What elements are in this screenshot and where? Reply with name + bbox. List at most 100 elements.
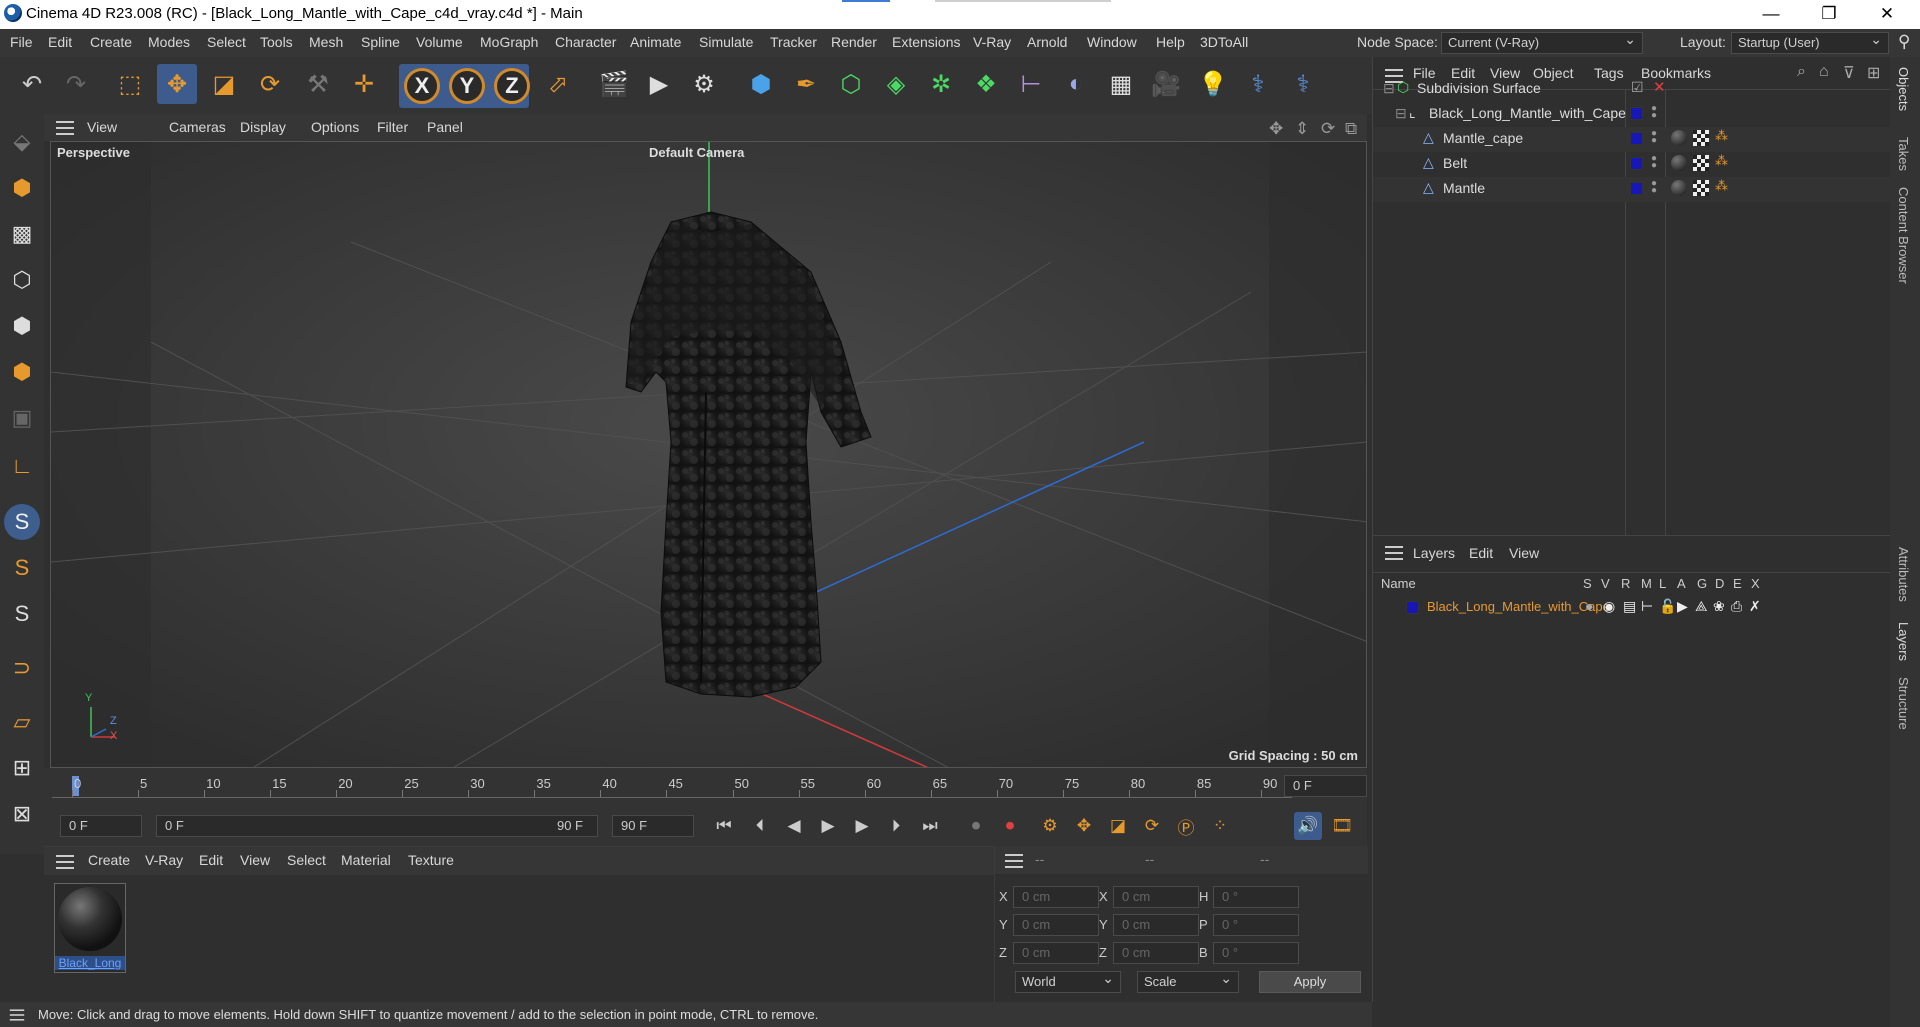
previous-frame-icon[interactable]: ◀ [780, 812, 808, 840]
floor-icon[interactable]: ▦ [1101, 64, 1141, 104]
menu-simulate[interactable]: Simulate [699, 34, 753, 50]
vp-menu-display[interactable]: Display [240, 119, 286, 135]
subdivision-icon[interactable]: ⬡ [831, 64, 871, 104]
mat-menu-vray[interactable]: V-Ray [145, 852, 183, 868]
go-to-start-icon[interactable]: ⏮ [710, 812, 738, 840]
uv-mode-icon[interactable]: ▣ [4, 400, 40, 436]
coord-value-field[interactable]: 0 ° [1213, 942, 1299, 964]
layer-menu-edit[interactable]: Edit [1469, 545, 1493, 561]
rotate-icon[interactable]: ⟳ [250, 64, 290, 104]
mograph-icon[interactable]: ❖ [966, 64, 1006, 104]
menu-help[interactable]: Help [1156, 34, 1185, 50]
timeline-film-icon[interactable]: 🎞 [1328, 812, 1356, 840]
workplane-icon[interactable]: ▱ [4, 704, 40, 740]
material-hamburger-icon[interactable] [56, 855, 74, 869]
viewport-pan-icon[interactable]: ✥ [1269, 119, 1283, 139]
view-eye-icon[interactable]: ◉ [1603, 598, 1615, 615]
locked-workplane-icon[interactable]: ⊞ [4, 750, 40, 786]
vp-menu-panel[interactable]: Panel [427, 119, 463, 135]
tab-objects[interactable]: Objects [1896, 67, 1911, 111]
current-frame-field[interactable]: 0 F [1284, 775, 1367, 797]
move-icon[interactable]: ✥ [157, 64, 197, 104]
python-2-icon[interactable]: ⚕ [1283, 64, 1323, 104]
magnet-icon[interactable]: ⊃ [4, 650, 40, 686]
menu-tools[interactable]: Tools [260, 34, 293, 50]
next-frame-icon[interactable]: ▶ [848, 812, 876, 840]
pin-icon[interactable]: ⚲ [1898, 32, 1910, 52]
coord-hamburger-icon[interactable] [1005, 854, 1023, 868]
make-editable-icon[interactable]: ⬙ [4, 124, 40, 160]
layer-menu-view[interactable]: View [1509, 545, 1539, 561]
tab-takes[interactable]: Takes [1896, 137, 1911, 171]
edit-check-icon[interactable]: ☑ [1631, 79, 1644, 96]
axis-mode-icon[interactable]: ∟ [4, 448, 40, 484]
menu-extensions[interactable]: Extensions [892, 34, 960, 50]
render-settings-icon[interactable]: ⚙ [684, 64, 724, 104]
object-row-belt[interactable]: △ Belt ● ● ⁂ [1373, 152, 1891, 177]
mat-menu-create[interactable]: Create [88, 852, 130, 868]
lock-icon[interactable]: 🔓 [1659, 598, 1676, 615]
coord-mode-dropdown[interactable]: World [1015, 968, 1121, 993]
snap-s2-icon[interactable]: S [4, 550, 40, 586]
status-hamburger-icon[interactable] [9, 1009, 25, 1021]
camera-icon[interactable]: 🎥 [1146, 64, 1186, 104]
menu-select[interactable]: Select [207, 34, 246, 50]
tab-structure[interactable]: Structure [1896, 677, 1911, 730]
layout-dropdown[interactable]: Startup (User) [1731, 29, 1889, 54]
coord-value-field[interactable]: 0 cm [1013, 914, 1099, 936]
tab-content-browser[interactable]: Content Browser [1896, 187, 1911, 284]
pen-icon[interactable]: ✒ [786, 64, 826, 104]
menu-mesh[interactable]: Mesh [309, 34, 343, 50]
manager-icon[interactable]: ⊢ [1641, 598, 1653, 615]
uvw-tag-icon[interactable] [1693, 180, 1709, 196]
apply-button[interactable]: Apply [1259, 971, 1361, 993]
collapse-icon[interactable]: ⊟ [1395, 105, 1407, 122]
mat-menu-edit[interactable]: Edit [199, 852, 223, 868]
go-to-end-icon[interactable]: ⏭ [916, 812, 944, 840]
key-rotation-icon[interactable]: ⟳ [1138, 812, 1166, 840]
menu-animate[interactable]: Animate [630, 34, 681, 50]
nodespace-dropdown[interactable]: Current (V-Ray) [1441, 29, 1643, 54]
object-row-mantle-cape[interactable]: △ Mantle_cape ● ● ⁂ [1373, 127, 1891, 152]
material-tag-icon[interactable] [1671, 155, 1687, 171]
vp-menu-filter[interactable]: Filter [377, 119, 408, 135]
vp-menu-options[interactable]: Options [311, 119, 359, 135]
menu-spline[interactable]: Spline [361, 34, 400, 50]
object-row-subdivision[interactable]: ⊟ ⬡ Subdivision Surface ☑ ✕ [1373, 77, 1891, 102]
z-axis-lock-icon[interactable]: Z [494, 68, 530, 104]
key-parameter-icon[interactable]: Ⓟ [1172, 812, 1200, 840]
keyframe-selection-icon[interactable]: ⚙ [1036, 812, 1064, 840]
mat-menu-select[interactable]: Select [287, 852, 326, 868]
vp-menu-cameras[interactable]: Cameras [169, 119, 226, 135]
deformer-icon[interactable]: ⊢ [1011, 64, 1051, 104]
viewport-hamburger-icon[interactable] [56, 121, 74, 135]
tab-layers[interactable]: Layers [1896, 622, 1911, 661]
coord-value-field[interactable]: 0 cm [1113, 942, 1199, 964]
model-mode-icon[interactable]: ⬢ [4, 170, 40, 206]
perspective-viewport[interactable]: Perspective Default Camera Y Z X Grid Sp… [50, 141, 1367, 768]
key-scale-icon[interactable]: ◪ [1104, 812, 1132, 840]
record-icon[interactable]: ⏺ [962, 812, 990, 840]
menu-arnold[interactable]: Arnold [1027, 34, 1067, 50]
restore-icon[interactable]: ❐ [1806, 0, 1852, 29]
mat-menu-view[interactable]: View [240, 852, 270, 868]
menu-file[interactable]: File [10, 34, 33, 50]
viewport-maximize-icon[interactable]: ⧉ [1345, 119, 1357, 139]
edge-mode-icon[interactable]: ⬢ [4, 308, 40, 344]
menu-character[interactable]: Character [555, 34, 616, 50]
visibility-dots-icon[interactable]: ● ● [1651, 129, 1657, 146]
grid-rotate-icon[interactable]: ⊠ [4, 796, 40, 832]
undo-icon[interactable]: ↶ [12, 64, 52, 104]
coord-value-field[interactable]: 0 ° [1213, 886, 1299, 908]
viewport-orbit-icon[interactable]: ⟳ [1321, 119, 1335, 139]
minimize-icon[interactable]: — [1748, 0, 1794, 29]
uvw-tag-icon[interactable] [1693, 155, 1709, 171]
extrude-icon[interactable]: ◈ [876, 64, 916, 104]
mat-menu-texture[interactable]: Texture [408, 852, 454, 868]
redo-icon[interactable]: ↷ [56, 64, 96, 104]
visibility-dots-icon[interactable]: ● ● [1651, 179, 1657, 196]
python-icon[interactable]: ⚕ [1238, 64, 1278, 104]
solo-icon[interactable]: ● [1585, 598, 1593, 614]
recent-tools-icon[interactable]: ⚒ [298, 64, 338, 104]
menu-create[interactable]: Create [90, 34, 132, 50]
